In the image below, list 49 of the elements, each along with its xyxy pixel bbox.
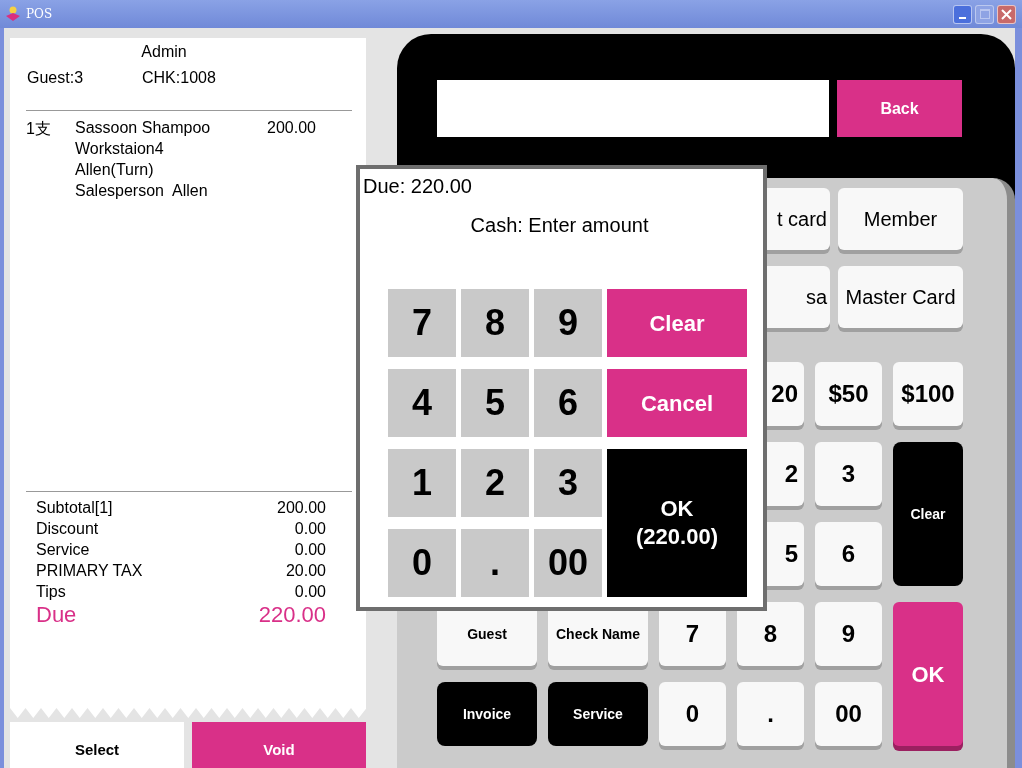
ok-button[interactable]: OK (220.00): [607, 449, 747, 597]
close-icon: [1001, 8, 1012, 20]
due-amount: Due: 220.00: [363, 175, 472, 197]
item-detail: Salesperson Allen: [75, 181, 209, 201]
digit-key[interactable]: 3: [534, 449, 602, 517]
digit-key[interactable]: 8: [461, 289, 529, 357]
digit-key[interactable]: 5: [461, 369, 529, 437]
total-label: PRIMARY TAX: [36, 561, 143, 581]
total-label: Service: [36, 540, 90, 560]
total-label: Subtotal[1]: [36, 498, 113, 518]
total-value: 0.00: [294, 519, 326, 539]
digit-key[interactable]: 9: [534, 289, 602, 357]
digit-key[interactable]: 7: [388, 289, 456, 357]
keypad-button[interactable]: Invoice: [437, 682, 537, 746]
close-button[interactable]: [997, 4, 1016, 24]
total-value: 0.00: [294, 540, 326, 560]
cancel-button[interactable]: Cancel: [607, 369, 747, 437]
user-name: Admin: [141, 43, 187, 60]
digit-key[interactable]: 00: [534, 529, 602, 597]
total-value: 220.00: [258, 602, 326, 628]
item-price: 200.00: [267, 118, 316, 138]
keypad-button[interactable]: Clear: [893, 442, 963, 586]
total-label: Due: [36, 602, 77, 628]
digit-key[interactable]: 4: [388, 369, 456, 437]
keypad-button[interactable]: Service: [548, 682, 648, 746]
total-value: 200.00: [277, 498, 326, 518]
digit-key[interactable]: .: [461, 529, 529, 597]
item-quantity: 1支: [26, 119, 52, 139]
receipt-action-button[interactable]: Select: [10, 722, 184, 768]
dialog-prompt: Cash: Enter amount: [470, 214, 649, 236]
check-number: CHK:1008: [142, 68, 216, 88]
receipt-action-button[interactable]: Void: [192, 722, 366, 768]
digit-key[interactable]: 6: [534, 369, 602, 437]
guest-count: Guest:3: [27, 68, 85, 88]
digit-key[interactable]: 0: [388, 529, 456, 597]
window-title: POS: [26, 6, 54, 23]
total-value: 0.00: [294, 582, 326, 602]
total-value: 20.00: [285, 561, 326, 581]
digit-key[interactable]: 2: [461, 449, 529, 517]
digit-key[interactable]: 1: [388, 449, 456, 517]
minimize-button[interactable]: [953, 4, 972, 24]
app-icon: [4, 5, 22, 23]
total-label: Tips: [36, 582, 66, 602]
item-name: Sassoon Shampoo: [75, 118, 212, 138]
back-button[interactable]: Back: [837, 80, 962, 137]
item-detail: Allen(Turn): [75, 160, 155, 180]
clear-button[interactable]: Clear: [607, 289, 747, 357]
item-detail: Workstaion4: [75, 139, 165, 159]
total-label: Discount: [36, 519, 99, 539]
